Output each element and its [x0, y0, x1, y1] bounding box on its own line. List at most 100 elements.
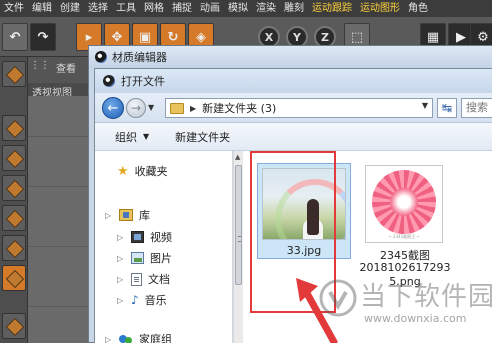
menu-motion-tracking[interactable]: 运动跟踪 [308, 0, 356, 17]
recent-pages-dropdown[interactable]: ▼ [148, 103, 154, 112]
undo-icon: ↶ [9, 29, 21, 45]
refresh-icon: ↹ [441, 101, 453, 115]
menu-render[interactable]: 渲染 [252, 0, 280, 17]
nav-item-documents[interactable]: ▷ 文档 [117, 271, 170, 287]
menu-tools[interactable]: 工具 [112, 0, 140, 17]
dialog-title: 打开文件 [121, 75, 165, 88]
grid-line [28, 306, 92, 307]
texture-mode-button[interactable] [2, 145, 26, 171]
menu-create[interactable]: 创建 [56, 0, 84, 17]
edges-mode-button[interactable] [2, 235, 26, 261]
grid-line [28, 246, 92, 247]
document-icon [131, 272, 142, 286]
dialog-titlebar[interactable]: 打开文件 [95, 69, 492, 93]
flower-center-shape [390, 188, 418, 216]
workplane-button[interactable] [2, 175, 26, 201]
music-note-icon: ♪ [131, 293, 139, 307]
c4d-logo-icon [103, 75, 115, 87]
polygons-mode-button[interactable] [2, 265, 26, 291]
organize-label: 组织 [115, 130, 137, 144]
command-bar: 组织 ▼ 新建文件夹 [95, 123, 492, 151]
menu-edit[interactable]: 编辑 [28, 0, 56, 17]
nav-item-label: 音乐 [144, 294, 167, 307]
search-input[interactable]: 搜索 [461, 98, 492, 118]
grid-plane-icon [5, 179, 25, 199]
viewport-menu-dots[interactable]: ⋮⋮ [30, 60, 50, 71]
nav-item-videos[interactable]: ▷ 视频 [117, 229, 172, 245]
file-name-line2: 2018102617293 [359, 261, 451, 274]
viewport-menu-view[interactable]: 查看 [56, 60, 76, 75]
breadcrumb-arrow-icon[interactable]: ▶ [190, 104, 196, 113]
folder-icon [170, 102, 184, 114]
address-bar[interactable]: ▶ 新建文件夹 (3) ▼ [165, 98, 433, 118]
axis-mode-button[interactable] [2, 313, 26, 339]
navigation-pane: ★ 收藏夹 ▷ 库 ▷ 视频 ▷ 图片 ▷ 文档 ▷ ♪ 音乐 ▷ 家庭组 [95, 151, 233, 343]
left-palette [0, 57, 28, 343]
menu-file[interactable]: 文件 [0, 0, 28, 17]
refresh-button[interactable]: ↹ [437, 98, 457, 118]
edges-cube-icon [5, 239, 25, 259]
star-icon: ★ [117, 163, 129, 179]
nav-pane-scrollbar[interactable]: ▲ [233, 151, 243, 343]
homegroup-icon [119, 333, 133, 343]
material-editor-titlebar[interactable]: 材质编辑器 [89, 46, 492, 68]
new-folder-button[interactable]: 新建文件夹 [175, 129, 230, 145]
nav-item-label: 库 [139, 209, 150, 222]
model-mode-button[interactable] [2, 61, 26, 87]
object-mode-button[interactable] [2, 115, 26, 141]
redo-icon: ↷ [37, 29, 49, 45]
sphere-icon [5, 65, 25, 85]
nav-item-homegroup[interactable]: ▷ 家庭组 [105, 331, 172, 343]
watermark: 当下软件园 www.downxia.com [318, 274, 492, 334]
nav-item-libraries[interactable]: ▷ 库 [105, 207, 150, 223]
menubar: 文件 编辑 创建 选择 工具 网格 捕捉 动画 模拟 渲染 雕刻 运动跟踪 运动… [0, 0, 492, 17]
menu-animate[interactable]: 动画 [196, 0, 224, 17]
expand-icon[interactable]: ▷ [117, 254, 125, 263]
nav-item-favorites[interactable]: ★ 收藏夹 [117, 163, 168, 179]
grid-line [28, 136, 92, 137]
scroll-up-icon[interactable]: ▲ [235, 153, 240, 161]
menu-mograph[interactable]: 运动图形 [356, 0, 404, 17]
expand-icon[interactable]: ▷ [105, 335, 113, 343]
arrow-right-icon: → [130, 101, 142, 115]
expand-icon[interactable]: ▷ [117, 275, 125, 284]
expand-icon[interactable]: ▷ [105, 211, 113, 220]
grip-icon [238, 236, 241, 242]
perspective-viewport[interactable] [28, 96, 92, 343]
points-mode-button[interactable] [2, 205, 26, 231]
nav-item-music[interactable]: ▷ ♪ 音乐 [117, 292, 167, 308]
expand-icon[interactable]: ▷ [117, 296, 125, 305]
redo-button[interactable]: ↷ [30, 23, 56, 51]
nav-item-label: 收藏夹 [134, 165, 168, 178]
axis-icon [5, 317, 25, 337]
c4d-logo-icon [95, 51, 107, 63]
address-dropdown-icon[interactable]: ▼ [422, 101, 428, 110]
scrollbar-thumb[interactable] [235, 165, 242, 285]
video-icon [131, 231, 144, 243]
menu-mesh[interactable]: 网格 [140, 0, 168, 17]
downxia-logo-icon [319, 279, 357, 317]
breadcrumb-folder[interactable]: 新建文件夹 (3) [202, 100, 276, 116]
arrow-left-icon: ← [107, 100, 119, 116]
undo-button[interactable]: ↶ [2, 23, 28, 51]
polygon-cube-icon [5, 269, 25, 289]
checker-cube-icon [5, 149, 25, 169]
expand-icon[interactable]: ▷ [117, 233, 125, 242]
back-button[interactable]: ← [102, 97, 124, 119]
thumbnail-caption: ~ 2345截图王 ~ [388, 234, 420, 239]
forward-button[interactable]: → [126, 98, 146, 118]
menu-sculpt[interactable]: 雕刻 [280, 0, 308, 17]
picture-icon [131, 252, 144, 264]
menu-simulate[interactable]: 模拟 [224, 0, 252, 17]
menu-character[interactable]: 角色 [404, 0, 432, 17]
watermark-url: www.downxia.com [364, 312, 467, 325]
address-bar-row: ← → ▼ ▶ 新建文件夹 (3) ▼ ↹ 搜索 [95, 93, 492, 123]
menu-snap[interactable]: 捕捉 [168, 0, 196, 17]
nav-item-pictures[interactable]: ▷ 图片 [117, 250, 172, 266]
chevron-down-icon: ▼ [143, 132, 150, 141]
nav-item-label: 视频 [150, 231, 172, 244]
organize-button[interactable]: 组织 ▼ [115, 129, 149, 145]
watermark-text: 当下软件园 [360, 282, 492, 312]
nav-item-label: 图片 [150, 252, 172, 265]
menu-select[interactable]: 选择 [84, 0, 112, 17]
